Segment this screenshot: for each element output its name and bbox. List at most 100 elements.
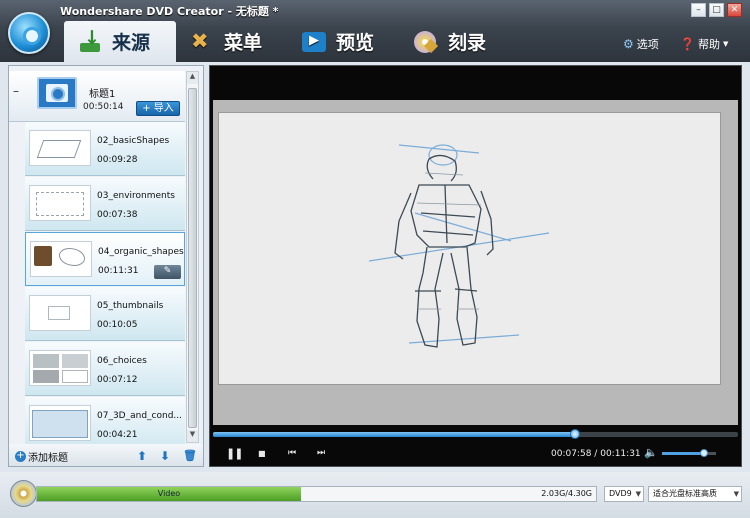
- total-time: 00:11:31: [600, 449, 641, 459]
- pause-icon[interactable]: ❚❚: [226, 447, 243, 460]
- list-item-selected[interactable]: 04_organic_shapes 00:11:31 ✎: [25, 232, 185, 286]
- title-name: 标题1: [89, 89, 116, 100]
- clip-list: 02_basicShapes 00:09:28 03_environments …: [25, 122, 185, 457]
- clip-name: 03_environments: [97, 191, 175, 201]
- clip-duration: 00:10:05: [97, 320, 138, 330]
- previous-icon[interactable]: ⏮: [288, 448, 296, 458]
- scroll-down-icon[interactable]: ▼: [187, 430, 198, 442]
- title-film-icon: [37, 77, 77, 109]
- clip-duration: 00:04:21: [97, 430, 138, 440]
- stop-icon[interactable]: ■: [258, 449, 266, 458]
- help-link[interactable]: ❓ 帮助 ▼: [680, 36, 728, 52]
- scroll-up-icon[interactable]: ▲: [187, 72, 198, 84]
- volume-icon[interactable]: 🔈: [644, 446, 658, 459]
- disc-icon: [10, 480, 37, 507]
- window-title: Wondershare DVD Creator - 无标题 *: [60, 5, 279, 18]
- capacity-type-label: Video: [157, 489, 181, 498]
- list-item[interactable]: 07_3D_and_cond... 00:04:21: [25, 397, 185, 451]
- source-list-panel: – 标题1 00:50:14 + 导入 02_basicShapes 00:09…: [8, 65, 204, 467]
- tab-preview[interactable]: 预览: [288, 21, 400, 62]
- next-icon[interactable]: ⏭: [317, 448, 325, 458]
- capacity-text: 2.03G/4.30G: [541, 489, 592, 498]
- disc-type-value: DVD9: [609, 489, 632, 498]
- video-frame: [213, 100, 738, 425]
- player-controls: ❚❚ ■ ⏮ ⏭ 00:07:58 / 00:11:31 🔈: [210, 441, 741, 466]
- maximize-button[interactable]: □: [709, 3, 724, 17]
- tab-burn-label: 刻录: [448, 32, 487, 54]
- options-label: 选项: [636, 38, 659, 51]
- pencil-icon: ✎: [163, 266, 172, 276]
- tools-icon: [190, 29, 214, 53]
- volume-slider[interactable]: [662, 449, 716, 457]
- playback-time: 00:07:58 / 00:11:31: [551, 449, 641, 459]
- tab-source-label: 来源: [112, 32, 151, 54]
- help-icon: ❓: [680, 37, 695, 51]
- clip-list-scrollbar[interactable]: ▲ ▼: [186, 71, 199, 443]
- clip-duration: 00:11:31: [98, 266, 139, 276]
- list-item[interactable]: 03_environments 00:07:38: [25, 177, 185, 231]
- time-separator: /: [594, 449, 598, 459]
- tab-menu-label: 菜单: [224, 32, 263, 54]
- clip-thumbnail: [29, 130, 91, 166]
- chevron-down-icon: ▼: [635, 490, 641, 498]
- clip-thumbnail: [29, 350, 91, 386]
- title-group-header[interactable]: – 标题1 00:50:14 + 导入: [9, 71, 185, 122]
- tab-source[interactable]: 来源: [64, 21, 176, 62]
- list-item[interactable]: 05_thumbnails 00:10:05: [25, 287, 185, 341]
- volume-level: [662, 452, 705, 455]
- title-duration: 00:50:14: [83, 102, 124, 112]
- move-down-icon[interactable]: ⬇: [160, 449, 170, 463]
- edit-clip-button[interactable]: ✎: [154, 265, 181, 279]
- disc-type-select[interactable]: DVD9 ▼: [604, 486, 644, 502]
- chevron-down-icon: ▼: [722, 40, 729, 48]
- clip-thumbnail: [30, 241, 92, 277]
- video-preview: ❚❚ ■ ⏮ ⏭ 00:07:58 / 00:11:31 🔈: [209, 65, 742, 467]
- list-item[interactable]: 02_basicShapes 00:09:28: [25, 122, 185, 176]
- clip-thumbnail: [29, 405, 91, 441]
- chevron-down-icon: ▼: [733, 490, 739, 498]
- collapse-toggle[interactable]: –: [13, 85, 24, 98]
- help-label: 帮助: [697, 38, 720, 51]
- clip-thumbnail: [29, 295, 91, 331]
- clip-name: 05_thumbnails: [97, 301, 164, 311]
- app-logo-icon: [8, 12, 50, 54]
- list-item[interactable]: 06_choices 00:07:12: [25, 342, 185, 396]
- move-up-icon[interactable]: ⬆: [137, 449, 147, 463]
- tab-preview-label: 预览: [336, 32, 375, 54]
- status-bar: Video 2.03G/4.30G DVD9 ▼ 适合光盘标准高质 ▼: [0, 472, 750, 518]
- preview-icon: [302, 31, 326, 53]
- disc-capacity-bar: Video 2.03G/4.30G: [36, 486, 597, 502]
- clip-duration: 00:07:12: [97, 375, 138, 385]
- quality-select[interactable]: 适合光盘标准高质 ▼: [648, 486, 742, 502]
- window-controls: – □ ✕: [691, 3, 742, 17]
- source-list-footer: + 添加标题 ⬆ ⬇ 🗑: [9, 444, 203, 466]
- clip-name: 02_basicShapes: [97, 136, 170, 146]
- options-link[interactable]: ⚙ 选项: [623, 36, 659, 52]
- tab-menu[interactable]: 菜单: [176, 21, 288, 62]
- clip-name: 07_3D_and_cond...: [97, 411, 182, 421]
- scrollbar-thumb[interactable]: [188, 88, 197, 428]
- clip-duration: 00:07:38: [97, 210, 138, 220]
- import-button[interactable]: + 导入: [136, 101, 180, 116]
- quality-value: 适合光盘标准高质: [653, 489, 717, 498]
- current-time: 00:07:58: [551, 449, 592, 459]
- gear-icon: ⚙: [623, 37, 634, 51]
- add-title-button[interactable]: + 添加标题: [15, 449, 68, 464]
- volume-handle[interactable]: [700, 449, 709, 457]
- clip-name: 04_organic_shapes: [98, 247, 184, 257]
- top-bar: Wondershare DVD Creator - 无标题 * – □ ✕ 来源…: [0, 0, 750, 62]
- burn-disc-icon: [414, 30, 438, 53]
- seek-progress: [213, 432, 576, 437]
- minimize-button[interactable]: –: [691, 3, 706, 17]
- sketch-figure-image: [368, 144, 550, 348]
- tab-burn[interactable]: 刻录: [400, 21, 512, 62]
- video-canvas[interactable]: [218, 112, 721, 385]
- trash-icon[interactable]: 🗑: [183, 449, 197, 462]
- close-button[interactable]: ✕: [727, 3, 742, 17]
- clip-name: 06_choices: [97, 356, 147, 366]
- seek-bar[interactable]: [213, 429, 738, 439]
- seek-handle[interactable]: [570, 429, 581, 439]
- plus-icon: +: [15, 450, 26, 462]
- clip-duration: 00:09:28: [97, 155, 138, 165]
- add-title-label: 添加标题: [28, 453, 68, 464]
